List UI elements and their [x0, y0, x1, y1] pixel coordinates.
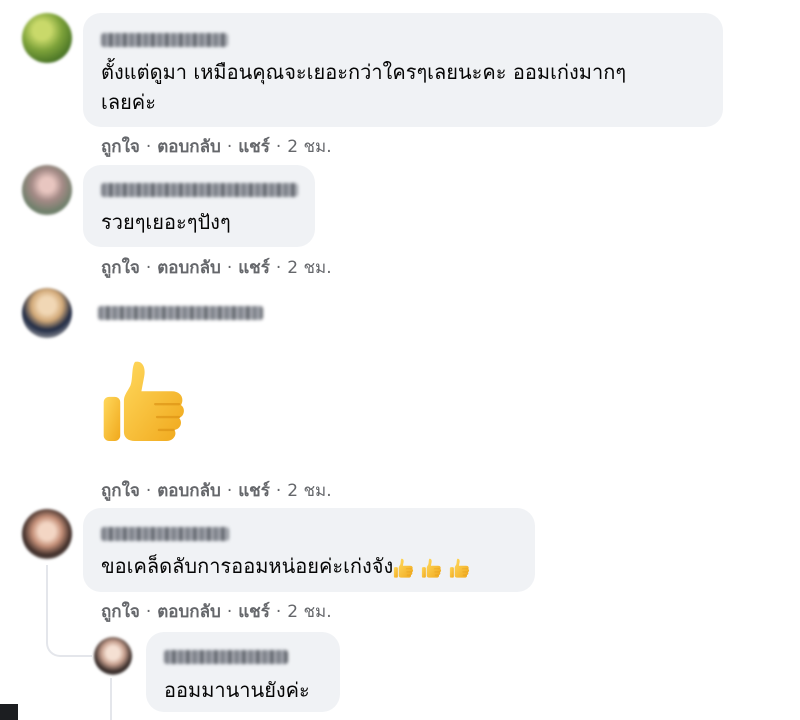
thumbs-up-icon [393, 557, 414, 578]
thumbs-up-icon [449, 557, 470, 578]
share-link[interactable]: แชร์ [238, 133, 270, 160]
separator-dot: · [226, 136, 233, 157]
separator-dot: · [145, 601, 152, 622]
separator-dot: · [226, 480, 233, 501]
reply-link[interactable]: ตอบกลับ [157, 254, 221, 281]
commenter-avatar[interactable] [22, 288, 72, 338]
comment-actions: ถูกใจ · ตอบกลับ · แชร์ · 2 ชม. [101, 254, 332, 281]
like-link[interactable]: ถูกใจ [101, 598, 140, 625]
edge-fragment [0, 704, 18, 720]
reply-link[interactable]: ตอบกลับ [157, 477, 221, 504]
like-link[interactable]: ถูกใจ [101, 477, 140, 504]
share-link[interactable]: แชร์ [238, 254, 270, 281]
comment-actions: ถูกใจ · ตอบกลับ · แชร์ · 2 ชม. [101, 477, 332, 504]
like-link[interactable]: ถูกใจ [101, 133, 140, 160]
separator-dot: · [145, 136, 152, 157]
like-link[interactable]: ถูกใจ [101, 254, 140, 281]
separator-dot: · [226, 257, 233, 278]
comment-actions: ถูกใจ · ตอบกลับ · แชร์ · 2 ชม. [101, 598, 332, 625]
reply-thread-line-continued [110, 678, 112, 720]
commenter-name[interactable] [101, 33, 228, 47]
comment-text: ขอเคล็ดลับการออมหน่อยค่ะเก่งจัง [101, 550, 471, 582]
comment-timestamp[interactable]: 2 ชม. [287, 133, 331, 160]
separator-dot: · [275, 136, 282, 157]
separator-dot: · [275, 601, 282, 622]
comment-text-continued: เลยค่ะ [101, 90, 156, 114]
comment-text-body: ขอเคล็ดลับการออมหน่อยค่ะเก่งจัง [101, 554, 394, 578]
commenter-name[interactable] [101, 183, 298, 197]
comment-timestamp[interactable]: 2 ชม. [287, 254, 331, 281]
thumbs-up-icon [421, 557, 442, 578]
replier-name[interactable] [164, 650, 288, 664]
replier-avatar[interactable] [94, 637, 132, 675]
comment-text: รวยๆเยอะๆปังๆ [101, 210, 231, 234]
separator-dot: · [145, 257, 152, 278]
comment-timestamp[interactable]: 2 ชม. [287, 598, 331, 625]
commenter-avatar[interactable] [22, 13, 72, 63]
separator-dot: · [226, 601, 233, 622]
reply-link[interactable]: ตอบกลับ [157, 133, 221, 160]
commenter-name[interactable] [98, 306, 263, 320]
commenter-name[interactable] [101, 527, 229, 541]
reply-link[interactable]: ตอบกลับ [157, 598, 221, 625]
reply-text: ออมมานานยังค่ะ [164, 678, 310, 702]
thumbs-up-sticker [102, 360, 186, 443]
comment-text: ตั้งแต่ดูมา เหมือนคุณจะเยอะกว่าใครๆเลยนะ… [101, 60, 627, 84]
comment-timestamp[interactable]: 2 ชม. [287, 477, 331, 504]
commenter-avatar[interactable] [22, 165, 72, 215]
separator-dot: · [275, 257, 282, 278]
share-link[interactable]: แชร์ [238, 598, 270, 625]
separator-dot: · [275, 480, 282, 501]
comment-actions: ถูกใจ · ตอบกลับ · แชร์ · 2 ชม. [101, 133, 332, 160]
share-link[interactable]: แชร์ [238, 477, 270, 504]
commenter-avatar[interactable] [22, 509, 72, 559]
separator-dot: · [145, 480, 152, 501]
